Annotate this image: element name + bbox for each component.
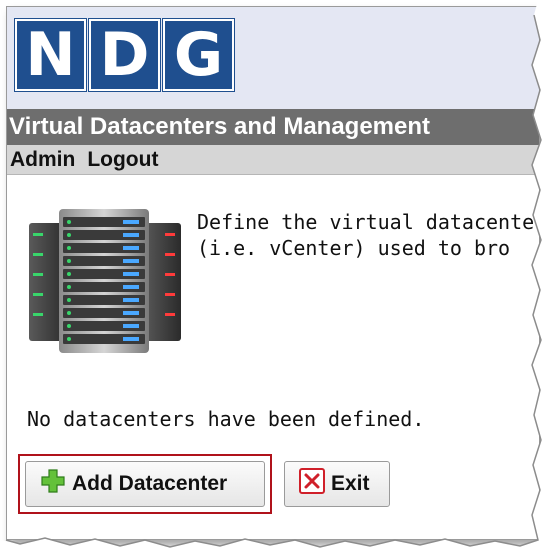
exit-label: Exit — [331, 472, 370, 495]
logo-tile-d: D — [88, 18, 161, 92]
menu-bar: Admin Logout — [7, 145, 539, 175]
add-datacenter-button[interactable]: Add Datacenter — [25, 461, 265, 507]
exit-button[interactable]: Exit — [284, 461, 390, 507]
logo-letter: N — [25, 20, 76, 90]
add-datacenter-label: Add Datacenter — [72, 472, 228, 495]
plus-icon — [40, 468, 66, 500]
logo-tile-n: N — [14, 18, 87, 92]
app-header: N D G — [7, 7, 539, 109]
intro-line: Define the virtual datacenter — [197, 210, 540, 234]
menu-item-admin[interactable]: Admin — [10, 148, 75, 172]
ndg-logo: N D G — [14, 18, 235, 92]
app-window: N D G Virtual Datacenters and Management… — [6, 6, 540, 540]
close-icon — [299, 468, 325, 500]
logo-tile-g: G — [162, 18, 235, 92]
menu-item-logout[interactable]: Logout — [87, 148, 158, 172]
server-rack-icon — [25, 209, 183, 362]
empty-state-message: No datacenters have been defined. — [27, 407, 425, 431]
logo-letter: D — [99, 20, 150, 90]
intro-text: Define the virtual datacenter (i.e. vCen… — [197, 209, 540, 261]
intro-line: (i.e. vCenter) used to bro — [197, 236, 511, 260]
logo-letter: G — [173, 20, 224, 90]
page-title: Virtual Datacenters and Management — [7, 109, 539, 145]
